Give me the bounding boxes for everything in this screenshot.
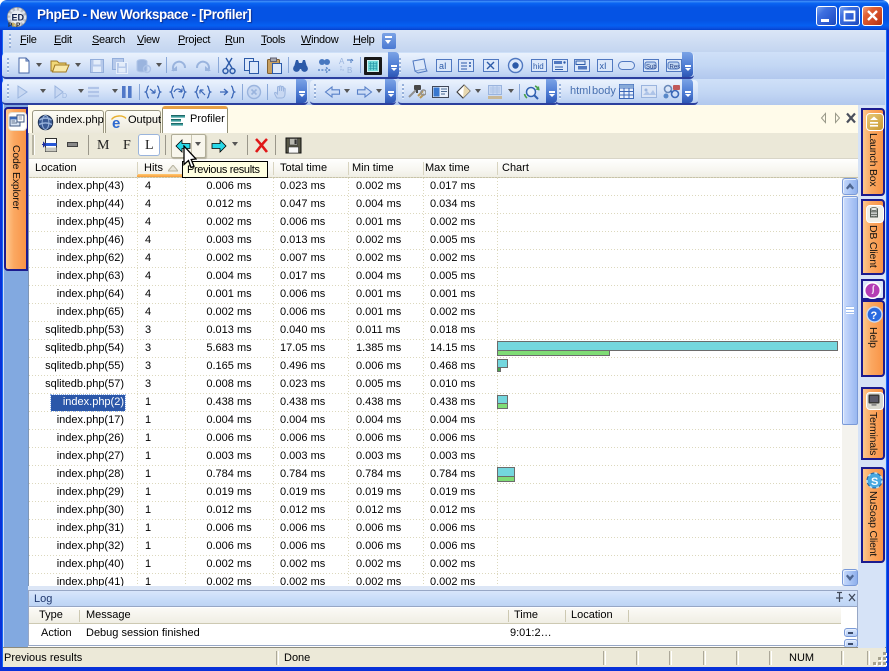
svg-text:xI: xI (600, 61, 607, 71)
svg-text:B: B (347, 66, 352, 74)
svg-text:hid: hid (533, 62, 544, 71)
svg-text:A: A (339, 57, 345, 66)
svg-text:aI: aI (439, 61, 447, 71)
svg-text:Sub: Sub (646, 65, 657, 71)
svg-text:?: ? (871, 310, 878, 322)
svg-text:S: S (871, 476, 878, 488)
svg-text:ED: ED (12, 13, 25, 23)
svg-text:D: D (62, 93, 67, 100)
svg-text:Res: Res (670, 65, 681, 71)
svg-text:P: P (16, 22, 21, 28)
